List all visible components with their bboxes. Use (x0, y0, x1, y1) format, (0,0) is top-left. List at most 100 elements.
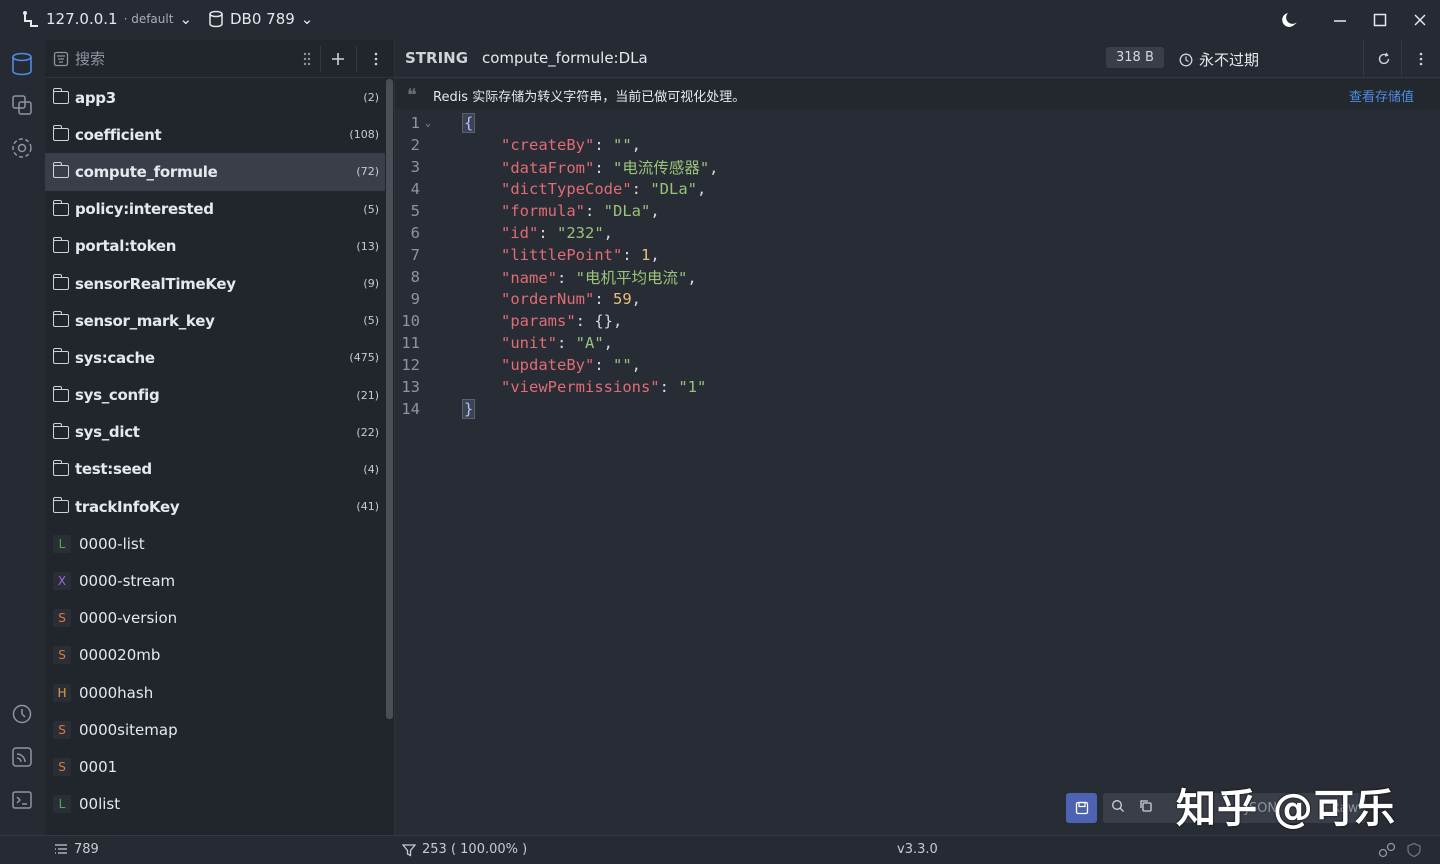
json-value: "1" (678, 378, 707, 396)
nav-status-button[interactable] (8, 91, 36, 119)
key-folder-row[interactable]: portal:token (13) (45, 228, 385, 265)
code-content: "dataFrom": "电流传感器", (501, 159, 719, 177)
value-header: STRING compute_formule:DLa 318 B 永不过期 (395, 40, 1440, 78)
refresh-button[interactable] (1372, 47, 1396, 71)
json-key: "dataFrom" (501, 159, 595, 177)
key-folder-row[interactable]: sys_dict (22) (45, 414, 385, 451)
minimize-icon (1334, 20, 1346, 22)
ttl-button[interactable]: 永不过期 (1179, 49, 1259, 70)
fold-chevron-icon[interactable]: ⌄ (425, 118, 431, 129)
add-key-button[interactable] (326, 47, 350, 71)
json-value: "A" (575, 334, 604, 352)
database-selector[interactable]: DB0 789 ⌄ (208, 10, 313, 28)
json-key: "createBy" (501, 136, 595, 154)
value-size-badge: 318 B (1106, 47, 1164, 68)
line-number: 9 (410, 290, 420, 308)
save-button[interactable] (1066, 793, 1097, 823)
key-count: 789 (74, 842, 99, 857)
folder-name: sensor_mark_key (75, 311, 215, 330)
more-vertical-icon (374, 52, 378, 66)
json-key: "orderNum" (501, 290, 595, 308)
key-folder-row[interactable]: app3 (2) (45, 79, 385, 116)
key-row[interactable]: S 0001 (45, 748, 385, 785)
line-number: 12 (401, 356, 420, 374)
folder-icon (52, 162, 69, 179)
key-folder-row[interactable]: coefficient (108) (45, 116, 385, 153)
folder-icon (52, 311, 69, 328)
json-key: "formula" (501, 202, 585, 220)
folder-count: (9) (363, 277, 379, 291)
line-number: 10 (401, 312, 420, 330)
key-row[interactable]: S 0000sitemap (45, 711, 385, 748)
line-number: 1 (410, 114, 420, 132)
view-raw-link[interactable]: 查看存储值 (1349, 86, 1414, 105)
folder-name: sys_config (75, 386, 160, 405)
connection-selector[interactable]: 127.0.0.1 · default ⌄ (22, 10, 192, 28)
folder-icon (52, 236, 69, 253)
copy-icon[interactable] (1139, 799, 1153, 817)
folder-count: (2) (363, 91, 379, 105)
network-icon[interactable] (1378, 842, 1396, 858)
nav-pubsub-button[interactable] (8, 743, 36, 771)
theme-toggle-button[interactable] (1276, 8, 1304, 32)
key-row[interactable]: S 000020mb (45, 637, 385, 674)
minimize-button[interactable] (1320, 0, 1360, 40)
folder-icon (52, 459, 69, 476)
key-type-badge: X (53, 572, 71, 591)
key-row[interactable]: L 00list (45, 786, 385, 823)
nav-history-button[interactable] (8, 700, 36, 728)
key-row[interactable]: S 0000-version (45, 600, 385, 637)
key-row[interactable]: H 0000hash (45, 674, 385, 711)
drag-handle-icon[interactable] (295, 47, 319, 71)
key-folder-row[interactable]: sys:cache (475) (45, 339, 385, 376)
shield-icon[interactable] (1406, 842, 1422, 858)
key-row[interactable]: X 0000-stream (45, 562, 385, 599)
key-folder-row[interactable]: sensor_mark_key (5) (45, 302, 385, 339)
close-button[interactable] (1400, 0, 1440, 40)
maximize-button[interactable] (1360, 0, 1400, 40)
search-input[interactable] (75, 49, 265, 68)
key-folder-row[interactable]: test:seed (4) (45, 451, 385, 488)
key-folder-row[interactable]: sensorRealTimeKey (9) (45, 265, 385, 302)
folder-name: coefficient (75, 125, 162, 144)
header-divider (1363, 40, 1364, 78)
folder-icon (52, 88, 69, 105)
search-icon[interactable] (1111, 799, 1125, 817)
nav-browser-button[interactable] (8, 50, 36, 78)
folder-name: sys_dict (75, 423, 140, 442)
clock-icon (1179, 53, 1193, 66)
code-content: "createBy": "", (501, 136, 642, 154)
key-name-field[interactable]: compute_formule:DLa (482, 49, 648, 67)
line-number: 14 (401, 400, 420, 418)
key-name: 00list (79, 795, 121, 814)
key-folder-row[interactable]: sys_config (21) (45, 377, 385, 414)
key-row[interactable]: L 0000-list (45, 525, 385, 562)
json-value: "" (613, 136, 632, 154)
json-key: "viewPermissions" (501, 378, 660, 396)
json-key: "name" (501, 269, 557, 287)
code-line: 10 "params": {}, (395, 310, 1440, 332)
code-line: 12 "updateBy": "", (395, 354, 1440, 376)
json-value: {} (594, 312, 613, 330)
key-list-menu-button[interactable] (364, 47, 388, 71)
key-folder-row[interactable]: compute_formule (72) (45, 153, 385, 191)
nav-settings-button[interactable] (8, 134, 36, 162)
key-list-scrollbar[interactable] (386, 79, 393, 719)
json-value: "电流传感器" (613, 159, 710, 177)
chevron-down-icon: ⌄ (300, 10, 314, 28)
key-type-badge: L (53, 795, 71, 814)
code-content: "viewPermissions": "1" (501, 378, 707, 396)
code-content: "formula": "DLa", (501, 202, 660, 220)
line-number: 7 (410, 246, 420, 264)
nav-terminal-button[interactable] (8, 786, 36, 814)
key-type-badge: L (53, 534, 71, 553)
value-menu-button[interactable] (1409, 47, 1433, 71)
connection-name: · default (123, 12, 174, 26)
code-editor[interactable]: 1 ⌄ {2 "createBy": "", 3 "dataFrom": "电流传感器",… (395, 112, 1440, 832)
key-folder-row[interactable]: trackInfoKey (41) (45, 488, 385, 525)
code-line: 8 "name": "电机平均电流", (395, 266, 1440, 288)
folder-icon (52, 385, 69, 402)
folder-count: (22) (356, 425, 379, 439)
json-value: "电机平均电流" (575, 269, 688, 287)
key-folder-row[interactable]: policy:interested (5) (45, 191, 385, 228)
